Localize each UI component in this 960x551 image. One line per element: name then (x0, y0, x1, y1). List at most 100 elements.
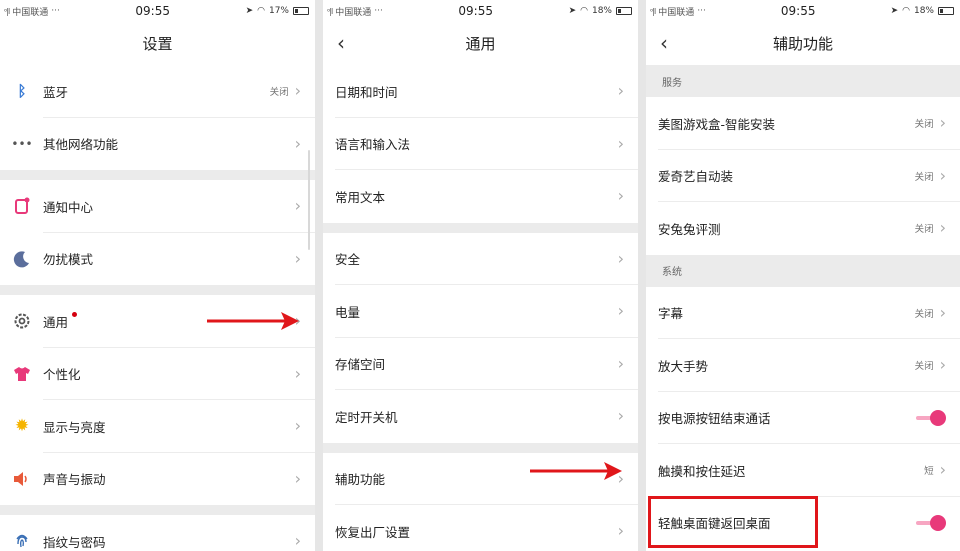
item-label: 语言和输入法 (335, 137, 411, 153)
chevron-right-icon: › (617, 353, 624, 373)
status-bar: ᵒ|l 中国联通 ··· 09:55 ➤ ◠ 18% (323, 0, 638, 22)
settings-item-network[interactable]: ••• 其他网络功能 › (0, 118, 315, 171)
toggle-switch[interactable] (916, 514, 946, 531)
chevron-right-icon: › (294, 311, 301, 331)
chevron-right-icon: › (294, 196, 301, 216)
settings-item-do-not-disturb[interactable]: 勿扰模式 › (0, 233, 315, 286)
general-item-schedule-power[interactable]: 定时开关机 › (323, 390, 638, 443)
general-item-accessibility[interactable]: 辅助功能 › (323, 453, 638, 506)
page-header: ‹ 通用 (323, 22, 638, 65)
item-state: 短 (924, 466, 934, 478)
status-bar: ᵒ|l 中国联通 ··· 09:55 ➤ ◠ 18% (646, 0, 960, 22)
back-icon[interactable]: ‹ (337, 33, 345, 53)
item-label: 指纹与密码 (43, 534, 106, 550)
more-dots-icon: ··· (697, 6, 706, 16)
page-title: 辅助功能 (772, 35, 833, 53)
settings-item-notification[interactable]: 通知中心 › (0, 180, 315, 233)
settings-item-display[interactable]: ✹ 显示与亮度 › (0, 400, 315, 453)
chevron-right-icon: › (939, 302, 946, 322)
chevron-right-icon: › (939, 113, 946, 133)
system-item-touch-delay[interactable]: 触摸和按住延迟 短 › (646, 444, 960, 497)
system-item-magnify[interactable]: 放大手势 关闭 › (646, 339, 960, 392)
fingerprint-icon (12, 531, 32, 551)
sun-icon: ✹ (14, 416, 30, 437)
chevron-right-icon: › (294, 248, 301, 268)
badge-dot (72, 311, 78, 317)
settings-item-fingerprint[interactable]: 指纹与密码 › (0, 515, 315, 551)
page-header: ‹ 辅助功能 (646, 22, 960, 65)
item-label: 日期和时间 (335, 84, 398, 100)
accessibility-screen: ᵒ|l 中国联通 ··· 09:55 ➤ ◠ 18% ‹ 辅助功能 服务 美图游戏盒-智… (646, 0, 960, 551)
clock: 09:55 (135, 4, 170, 18)
clock: 09:55 (780, 4, 816, 18)
moon-icon (12, 249, 32, 269)
wifi-icon: ◠ (580, 6, 588, 16)
settings-item-bluetooth[interactable]: ᛒ 蓝牙 关闭 › (0, 65, 315, 118)
scrollbar[interactable] (308, 150, 310, 250)
item-label: 辅助功能 (335, 472, 386, 488)
page-title: 设置 (142, 35, 173, 53)
service-item[interactable]: 安兔兔评测 关闭 › (646, 202, 960, 255)
section-divider (323, 442, 638, 453)
item-label: 美图游戏盒-智能安装 (658, 116, 776, 132)
signal-icon: ᵒ|l (650, 6, 656, 16)
general-item-language[interactable]: 语言和输入法 › (323, 118, 638, 171)
chevron-right-icon: › (294, 468, 301, 488)
battery-icon (937, 7, 954, 15)
location-icon: ➤ (568, 6, 577, 16)
battery-percent: 18% (913, 6, 934, 16)
wifi-icon: ◠ (257, 6, 265, 16)
general-item-battery[interactable]: 电量 › (323, 285, 638, 338)
section-divider (0, 170, 315, 180)
chevron-right-icon: › (939, 355, 946, 375)
chevron-right-icon: › (294, 133, 301, 153)
settings-item-sound[interactable]: 声音与振动 › (0, 453, 315, 506)
settings-item-general[interactable]: 通用 › (0, 295, 315, 348)
chevron-right-icon: › (617, 248, 624, 268)
clock: 09:55 (458, 4, 493, 18)
page-title: 通用 (465, 35, 496, 53)
item-label: 个性化 (43, 367, 81, 383)
chevron-right-icon: › (294, 81, 301, 101)
divider (315, 0, 323, 551)
item-label: 勿扰模式 (43, 252, 94, 268)
general-item-security[interactable]: 安全 › (323, 233, 638, 286)
system-item-subtitles[interactable]: 字幕 关闭 › (646, 287, 960, 340)
wifi-icon: ◠ (902, 6, 910, 16)
section-header-services: 服务 (646, 65, 960, 97)
settings-item-personalize[interactable]: 个性化 › (0, 348, 315, 401)
back-icon[interactable]: ‹ (660, 33, 668, 53)
notification-icon (12, 196, 32, 216)
item-label: 存储空间 (335, 357, 386, 373)
chevron-right-icon: › (939, 165, 946, 185)
toggle-switch[interactable] (916, 409, 946, 426)
item-label: 常用文本 (335, 189, 386, 205)
general-item-factory-reset[interactable]: 恢复出厂设置 › (323, 505, 638, 551)
chevron-right-icon: › (939, 460, 946, 480)
screenshot-composite: ᵒ|l 中国联通 ··· 09:55 ➤ ◠ 17% 设置 ᛒ 蓝牙 关闭 › ••• … (0, 0, 960, 551)
battery-percent: 18% (591, 6, 612, 16)
chevron-right-icon: › (294, 531, 301, 551)
more-dots-icon: ••• (11, 136, 33, 151)
more-dots-icon: ··· (51, 6, 60, 16)
chevron-right-icon: › (617, 133, 624, 153)
general-item-datetime[interactable]: 日期和时间 › (323, 65, 638, 118)
more-dots-icon: ··· (374, 6, 383, 16)
item-state: 关闭 (914, 171, 934, 183)
carrier-label: 中国联通 (658, 7, 695, 18)
location-icon: ➤ (890, 6, 899, 16)
service-item[interactable]: 美图游戏盒-智能安装 关闭 › (646, 97, 960, 150)
item-label: 声音与振动 (43, 472, 106, 488)
item-label: 通用 (43, 311, 295, 331)
bluetooth-icon: ᛒ (17, 82, 27, 101)
general-item-storage[interactable]: 存储空间 › (323, 338, 638, 391)
item-state: 关闭 (269, 87, 289, 99)
item-label: 蓝牙 (43, 84, 69, 100)
chevron-right-icon: › (617, 521, 624, 541)
chevron-right-icon: › (617, 186, 624, 206)
divider (638, 0, 646, 551)
service-item[interactable]: 爱奇艺自动装 关闭 › (646, 150, 960, 203)
chevron-right-icon: › (617, 81, 624, 101)
item-state: 关闭 (914, 119, 934, 131)
general-item-common-text[interactable]: 常用文本 › (323, 170, 638, 223)
